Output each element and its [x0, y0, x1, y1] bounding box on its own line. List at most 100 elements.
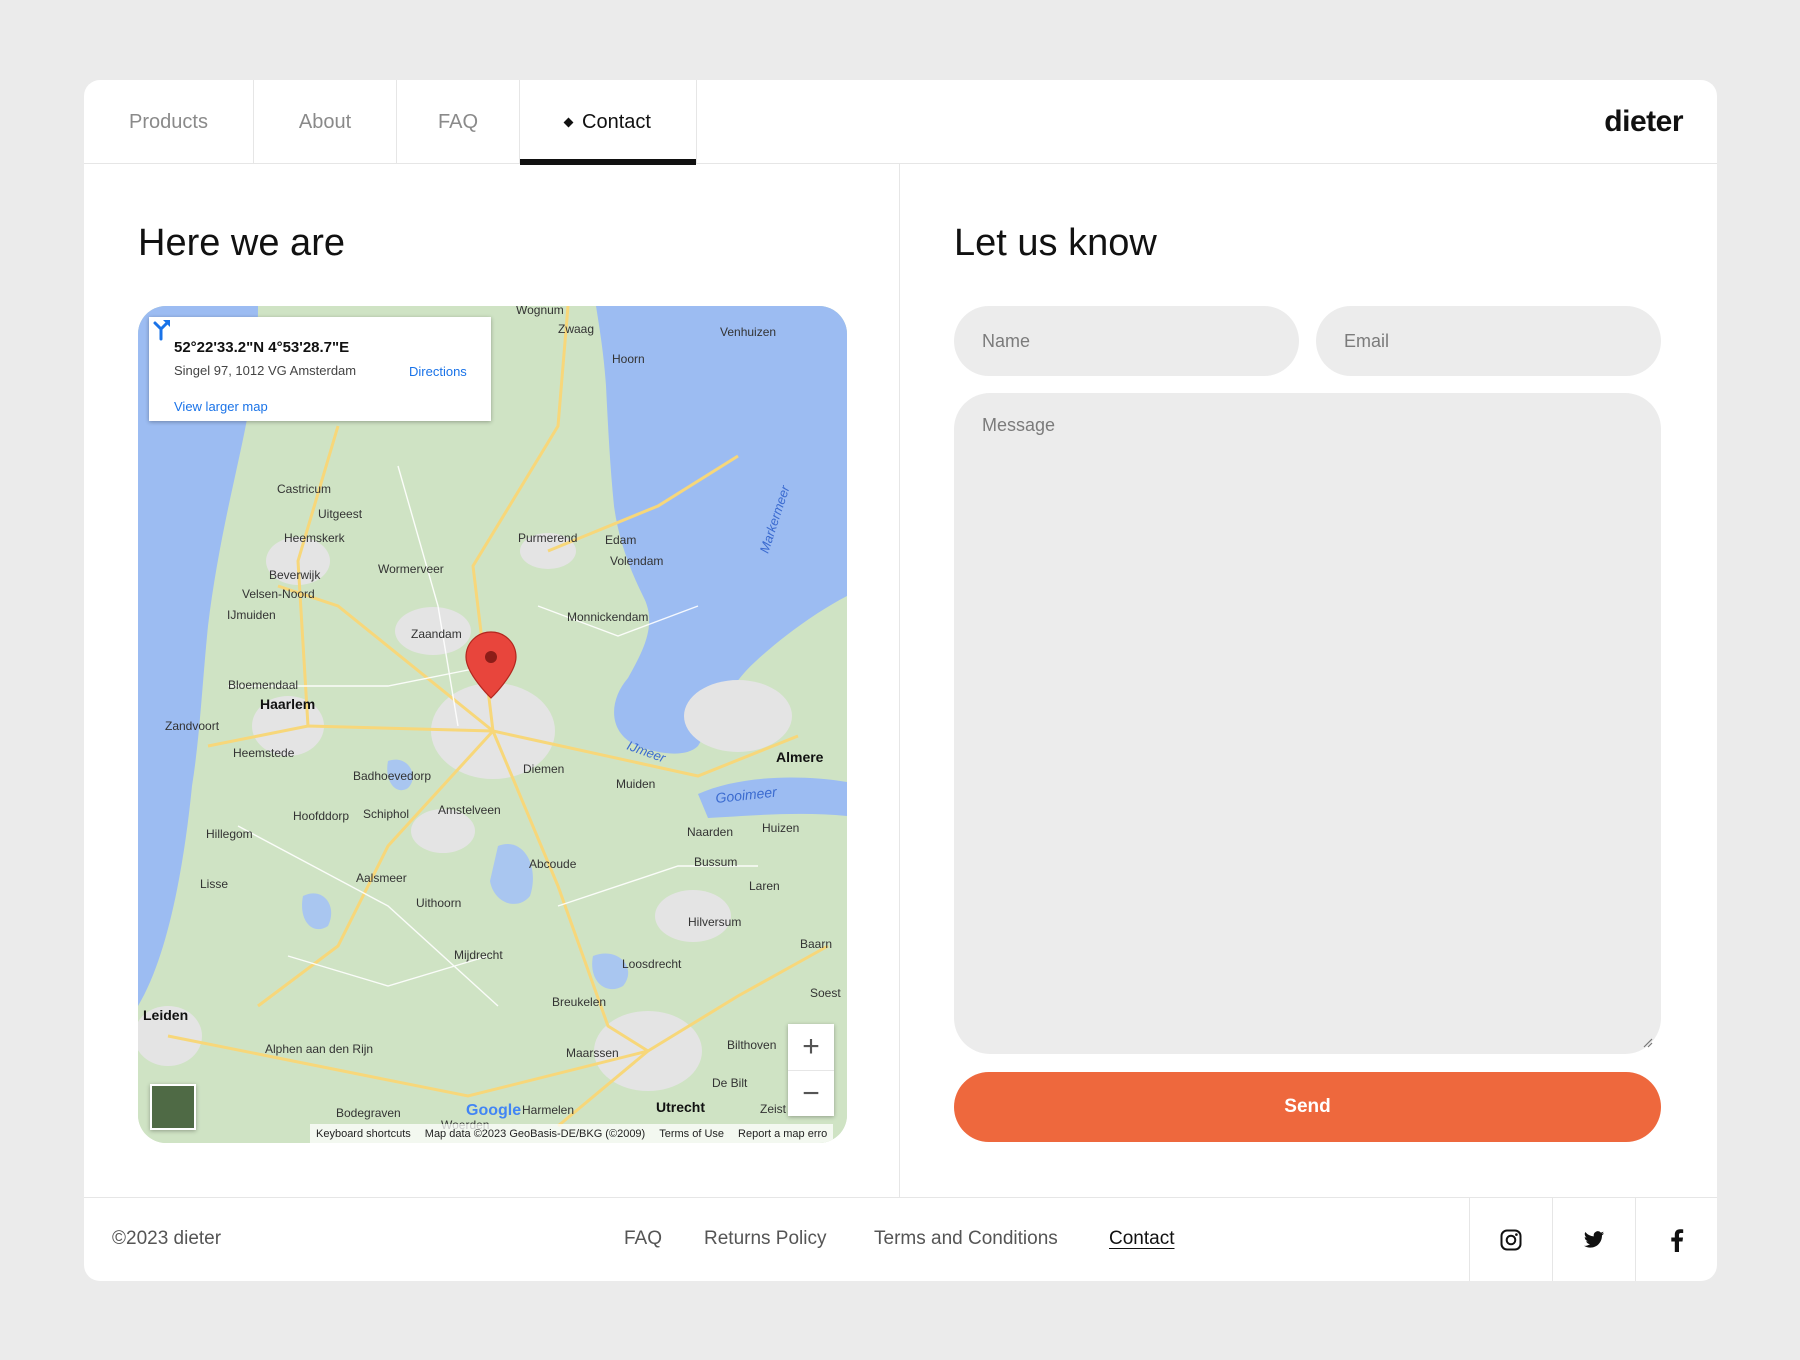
place-label: Maarssen [566, 1046, 619, 1060]
tab-label: Contact [582, 110, 651, 133]
email-input[interactable]: Email [1316, 306, 1661, 376]
form-heading: Let us know [954, 222, 1157, 264]
place-label: Baarn [800, 937, 832, 951]
keyboard-shortcuts-link[interactable]: Keyboard shortcuts [316, 1128, 411, 1140]
place-label: Heemskerk [284, 531, 346, 545]
map-zoom-controls: + − [788, 1024, 834, 1116]
place-label: Naarden [687, 825, 733, 839]
place-label: Loosdrecht [622, 957, 682, 971]
place-label: Hoofddorp [293, 809, 349, 823]
place-label: Heemstede [233, 746, 295, 760]
place-label: Diemen [523, 762, 564, 776]
facebook-button[interactable] [1635, 1198, 1717, 1281]
top-nav: Products About FAQ Contact dieter [84, 80, 1717, 165]
place-label: Aalsmeer [356, 871, 407, 885]
place-label: Purmerend [518, 531, 577, 545]
place-label: Amstelveen [438, 803, 501, 817]
place-label: Haarlem [260, 696, 315, 712]
tab-products[interactable]: Products [84, 80, 254, 164]
place-label: Venhuizen [720, 325, 776, 339]
place-label: Volendam [610, 554, 663, 568]
place-label: Lisse [200, 877, 228, 891]
resize-handle-icon[interactable] [1641, 1036, 1653, 1048]
message-textarea[interactable]: Message [954, 393, 1661, 1054]
place-label: Bloemendaal [228, 678, 298, 692]
place-label: Wognum [516, 306, 564, 317]
map-address: Singel 97, 1012 VG Amsterdam [174, 363, 357, 378]
place-label: Monnickendam [567, 610, 648, 624]
place-label: Bodegraven [336, 1106, 401, 1120]
zoom-out-button[interactable]: − [788, 1070, 834, 1116]
place-label: Zandvoort [165, 719, 220, 733]
place-label: Edam [605, 533, 636, 547]
zoom-in-button[interactable]: + [788, 1024, 834, 1070]
place-label: Soest [810, 986, 841, 1000]
email-placeholder: Email [1344, 330, 1390, 351]
send-button[interactable]: Send [954, 1072, 1661, 1142]
place-label: IJmuiden [227, 608, 276, 622]
footer-link-contact[interactable]: Contact [1109, 1228, 1174, 1250]
map-attribution: Keyboard shortcuts Map data ©2023 GeoBas… [310, 1124, 834, 1143]
place-label: Mijdrecht [454, 948, 503, 962]
instagram-button[interactable] [1469, 1198, 1552, 1281]
location-heading: Here we are [138, 222, 345, 264]
place-label: Bilthoven [727, 1038, 776, 1052]
footer-link-returns-policy[interactable]: Returns Policy [704, 1228, 827, 1250]
place-label: Laren [749, 879, 780, 893]
tab-label: FAQ [437, 110, 478, 133]
directions-icon[interactable] [149, 317, 173, 341]
place-label: Velsen-Noord [242, 587, 315, 601]
place-label: Harmelen [522, 1103, 574, 1117]
name-placeholder: Name [982, 330, 1031, 351]
footer: ©2023 dieter FAQ Returns Policy Terms an… [84, 1197, 1717, 1281]
place-label: Breukelen [552, 995, 606, 1009]
place-label: Schiphol [363, 807, 409, 821]
place-label: Castricum [277, 482, 331, 496]
map-data-text: Map data ©2023 GeoBasis-DE/BKG (©2009) [424, 1127, 646, 1140]
place-label: Hoorn [612, 352, 645, 366]
terms-of-use-link[interactable]: Terms of Use [659, 1128, 724, 1140]
map-canvas[interactable]: Wognum Zwaag Venhuizen Hoorn Castricum U… [138, 306, 847, 1143]
place-label: Beverwijk [269, 568, 321, 582]
tab-about[interactable]: About [254, 80, 397, 164]
tab-contact[interactable]: Contact [520, 80, 697, 165]
place-label: Huizen [762, 821, 799, 835]
place-label: Hillegom [206, 827, 253, 841]
place-label: Wormerveer [378, 562, 444, 576]
tab-label: About [298, 110, 352, 133]
place-label: Uitgeest [318, 507, 363, 521]
place-label: Zaandam [411, 627, 462, 641]
map-embed[interactable]: Wognum Zwaag Venhuizen Hoorn Castricum U… [138, 306, 847, 1143]
footer-link-faq[interactable]: FAQ [624, 1228, 662, 1250]
message-placeholder: Message [982, 415, 1056, 435]
place-label: Badhoevedorp [353, 769, 431, 783]
tab-faq[interactable]: FAQ [397, 80, 520, 164]
place-label: Leiden [143, 1007, 188, 1023]
google-logo: Google [466, 1102, 522, 1119]
directions-link[interactable]: Directions [409, 364, 467, 379]
twitter-button[interactable] [1552, 1198, 1635, 1281]
diamond-icon [563, 117, 574, 127]
twitter-icon [1583, 1231, 1605, 1248]
place-label: Bussum [694, 855, 737, 869]
place-label: Zeist [760, 1102, 787, 1116]
place-label: Muiden [616, 777, 655, 791]
tab-label: Products [129, 110, 208, 133]
place-label: Uithoorn [416, 896, 461, 910]
instagram-icon [1500, 1229, 1522, 1251]
place-label: Abcoude [529, 857, 577, 871]
place-label: Utrecht [656, 1099, 705, 1115]
facebook-icon [1671, 1229, 1684, 1252]
contact-card: Products About FAQ Contact dieter Here w… [84, 80, 1717, 1281]
name-input[interactable]: Name [954, 306, 1299, 376]
place-label: Hilversum [688, 915, 741, 929]
brand-logo[interactable]: dieter [1604, 100, 1683, 144]
footer-link-terms[interactable]: Terms and Conditions [874, 1228, 1058, 1250]
map-info-card: 52°22'33.2"N 4°53'28.7"E Singel 97, 1012… [149, 317, 491, 421]
satellite-toggle[interactable] [150, 1084, 196, 1130]
place-label: Alphen aan den Rijn [265, 1042, 373, 1056]
view-larger-map-link[interactable]: View larger map [174, 399, 268, 414]
report-map-error-link[interactable]: Report a map erro [738, 1128, 827, 1140]
place-label: Almere [776, 749, 824, 765]
column-divider [899, 164, 900, 1198]
